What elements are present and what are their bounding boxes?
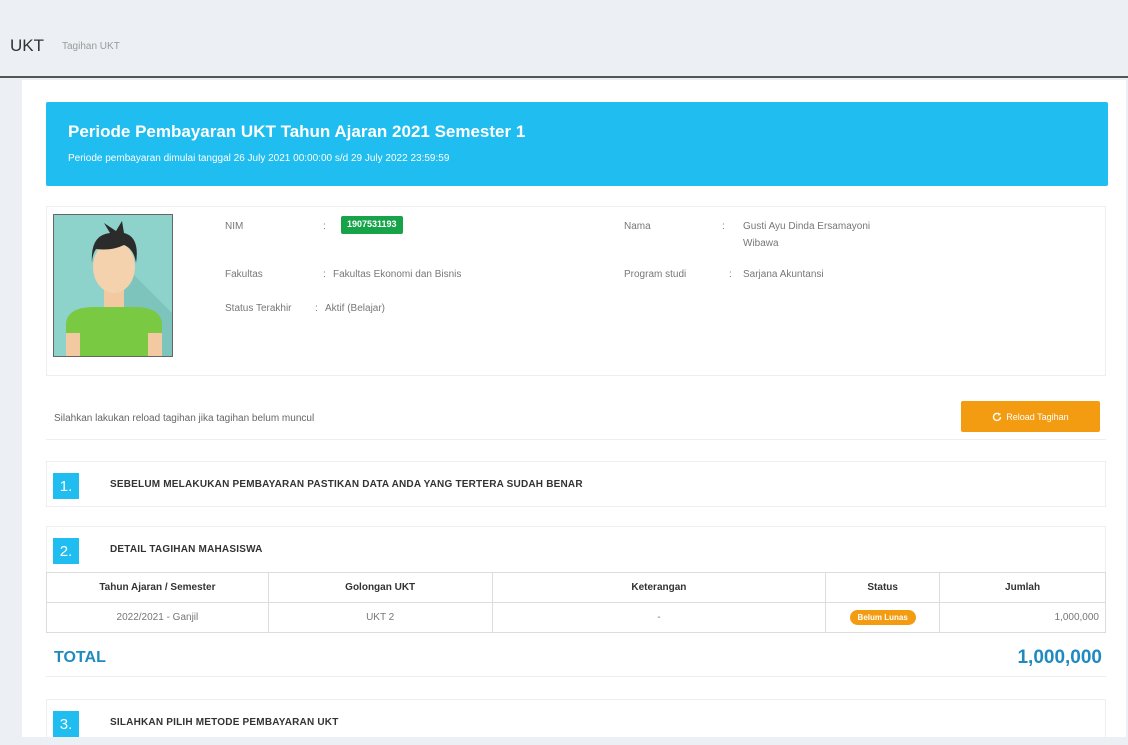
fakultas-colon: :	[323, 269, 326, 280]
main-content: Periode Pembayaran UKT Tahun Ajaran 2021…	[22, 80, 1126, 745]
col-header-golongan: Golongan UKT	[267, 572, 493, 603]
person-silhouette-icon	[54, 215, 172, 356]
page-subtitle: Tagihan UKT	[62, 41, 120, 52]
prodi-value: Sarjana Akuntansi	[743, 269, 824, 280]
banner-subtitle: Periode pembayaran dimulai tanggal 26 Ju…	[68, 153, 450, 164]
step-2: 2. DETAIL TAGIHAN MAHASISWA	[46, 526, 1106, 572]
nama-value-line1: Gusti Ayu Dinda Ersamayoni	[743, 221, 871, 232]
cell-golongan: UKT 2	[267, 602, 493, 633]
student-profile-card: NIM : 1907531193 Fakultas : Fakultas Eko…	[46, 206, 1106, 376]
table-header-row: Tahun Ajaran / Semester Golongan UKT Ket…	[46, 572, 1106, 603]
reload-button-label: Reload Tagihan	[1006, 411, 1069, 422]
cell-status: Belum Lunas	[825, 602, 941, 633]
step-3-title: SILAHKAN PILIH METODE PEMBAYARAN UKT	[110, 717, 339, 728]
tagihan-table: Tahun Ajaran / Semester Golongan UKT Ket…	[46, 572, 1106, 633]
total-row: TOTAL 1,000,000	[46, 637, 1106, 677]
cell-tahun: 2022/2021 - Ganjil	[46, 602, 269, 633]
step-2-title: DETAIL TAGIHAN MAHASISWA	[110, 544, 263, 555]
prodi-label: Program studi	[624, 269, 687, 280]
nama-value-line2: Wibawa	[743, 238, 779, 249]
step-1-title: SEBELUM MELAKUKAN PEMBAYARAN PASTIKAN DA…	[110, 479, 583, 490]
reload-tagihan-button[interactable]: Reload Tagihan	[961, 401, 1100, 432]
student-avatar	[53, 214, 173, 357]
banner-title: Periode Pembayaran UKT Tahun Ajaran 2021…	[68, 122, 526, 141]
step-2-number: 2.	[53, 538, 79, 564]
step-3-number: 3.	[53, 711, 79, 737]
nim-badge: 1907531193	[341, 216, 403, 234]
total-value: 1,000,000	[1017, 647, 1102, 668]
period-banner: Periode Pembayaran UKT Tahun Ajaran 2021…	[46, 102, 1108, 186]
cell-jumlah: 1,000,000	[939, 602, 1106, 633]
col-header-status: Status	[825, 572, 941, 603]
step-3: 3. SILAHKAN PILIH METODE PEMBAYARAN UKT	[46, 699, 1106, 745]
status-label: Status Terakhir	[225, 303, 292, 314]
fakultas-label: Fakultas	[225, 269, 263, 280]
nama-colon: :	[722, 221, 725, 232]
reload-message: Silahkan lakukan reload tagihan jika tag…	[54, 413, 315, 424]
fakultas-value: Fakultas Ekonomi dan Bisnis	[333, 269, 462, 280]
reload-row: Silahkan lakukan reload tagihan jika tag…	[46, 398, 1106, 440]
prodi-colon: :	[729, 269, 732, 280]
col-header-keterangan: Keterangan	[491, 572, 827, 603]
status-badge: Belum Lunas	[849, 610, 916, 625]
nim-colon: :	[323, 221, 326, 232]
col-header-tahun: Tahun Ajaran / Semester	[46, 572, 269, 603]
table-row: 2022/2021 - Ganjil UKT 2 - Belum Lunas 1…	[46, 602, 1106, 633]
col-header-jumlah: Jumlah	[939, 572, 1106, 603]
total-label: TOTAL	[54, 649, 106, 666]
nama-label: Nama	[624, 221, 651, 232]
status-value: Aktif (Belajar)	[325, 303, 386, 314]
refresh-icon	[993, 412, 1002, 421]
nim-label: NIM	[225, 221, 244, 232]
page-header: UKT Tagihan UKT	[0, 0, 1128, 78]
step-1: 1. SEBELUM MELAKUKAN PEMBAYARAN PASTIKAN…	[46, 461, 1106, 507]
step-1-number: 1.	[53, 473, 79, 499]
cell-keterangan: -	[491, 602, 827, 633]
status-colon: :	[315, 303, 318, 314]
page-title: UKT	[10, 36, 44, 55]
